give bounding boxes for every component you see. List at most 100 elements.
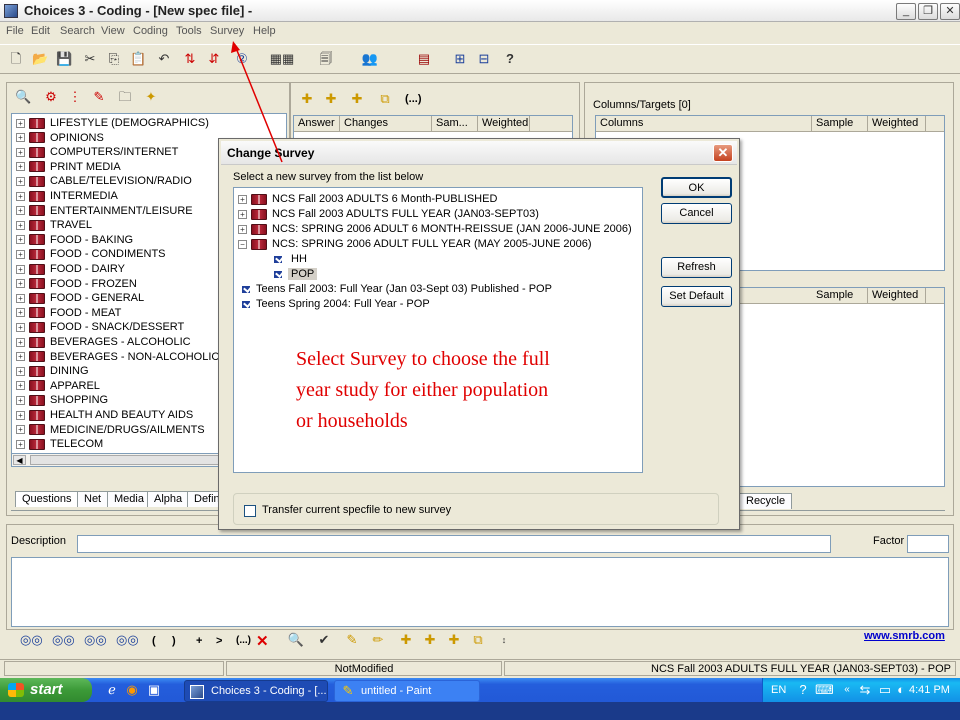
- category-item[interactable]: + FOOD - FROZEN: [16, 277, 137, 292]
- category-item[interactable]: + MEDICINE/DRUGS/AILMENTS: [16, 423, 205, 438]
- survey-sub-item-pop[interactable]: POP: [274, 267, 318, 282]
- category-item[interactable]: + FOOD - MEAT: [16, 306, 121, 321]
- new-file-icon[interactable]: 🗋: [8, 51, 24, 67]
- volume-icon[interactable]: ◐: [893, 682, 909, 698]
- survey-item[interactable]: + NCS Fall 2003 ADULTS 6 Month-PUBLISHED: [238, 192, 497, 207]
- and-venn-icon[interactable]: ◎◎: [20, 632, 43, 648]
- ie-icon[interactable]: ℯ: [104, 682, 120, 698]
- category-item[interactable]: + TELECOM: [16, 437, 103, 452]
- add-term-icon[interactable]: ✚: [398, 632, 414, 648]
- add-answer-icon[interactable]: ✚: [299, 91, 315, 107]
- category-item[interactable]: + APPAREL: [16, 379, 100, 394]
- expand-icon[interactable]: +: [16, 279, 25, 289]
- expand-icon[interactable]: +: [238, 224, 247, 234]
- grid-icon[interactable]: ▦▦: [264, 51, 300, 67]
- minimize-button[interactable]: _: [896, 3, 916, 20]
- col-answer[interactable]: Answer: [294, 116, 340, 132]
- help-tray-icon[interactable]: ?: [795, 682, 811, 698]
- save-icon[interactable]: 💾: [56, 51, 72, 67]
- scroll-left-icon[interactable]: ◀: [13, 455, 26, 465]
- expand-icon[interactable]: +: [16, 425, 25, 435]
- start-button[interactable]: start: [0, 678, 92, 702]
- expand-icon[interactable]: +: [16, 118, 25, 128]
- refresh-button[interactable]: Refresh: [661, 257, 732, 278]
- expand-icon[interactable]: +: [238, 209, 247, 219]
- transfer-checkbox[interactable]: [244, 505, 256, 517]
- clear-x-icon[interactable]: ✕: [256, 632, 269, 650]
- description-input[interactable]: [77, 535, 831, 553]
- tree-icon[interactable]: ⋮: [67, 89, 83, 105]
- paren-close-button[interactable]: ): [172, 635, 176, 647]
- col-rows-sample[interactable]: Sample: [812, 288, 868, 304]
- tab-recycle[interactable]: Recycle: [739, 493, 793, 509]
- tab-media[interactable]: Media: [107, 491, 151, 507]
- menu-coding[interactable]: Coding: [133, 25, 168, 37]
- highlighter-icon[interactable]: ✎: [344, 632, 360, 648]
- not-venn-icon[interactable]: ◎◎: [116, 632, 139, 648]
- col-changes[interactable]: Changes: [340, 116, 432, 132]
- expand-icon[interactable]: +: [16, 366, 25, 376]
- tab-alpha[interactable]: Alpha: [147, 491, 190, 507]
- category-item[interactable]: + FOOD - DAIRY: [16, 262, 125, 277]
- keyboard-icon[interactable]: ⌨: [815, 682, 834, 698]
- layout-icon[interactable]: ⊞: [452, 51, 468, 67]
- category-item[interactable]: + FOOD - BAKING: [16, 233, 133, 248]
- category-item[interactable]: + SHOPPING: [16, 393, 108, 408]
- app-shortcut-icon[interactable]: ▣: [146, 682, 162, 698]
- expand-icon[interactable]: +: [16, 220, 25, 230]
- menu-view[interactable]: View: [101, 25, 125, 37]
- copy-answer-icon[interactable]: ⧉: [377, 91, 393, 107]
- tray-collapse-icon[interactable]: «: [839, 682, 855, 698]
- survey-item[interactable]: − NCS: SPRING 2006 ADULT FULL YEAR (MAY 2…: [238, 237, 592, 252]
- undo-icon[interactable]: ↶: [156, 51, 172, 67]
- document-icon[interactable]: ✎: [91, 89, 107, 105]
- binoculars-icon[interactable]: 🔍: [15, 89, 31, 105]
- network-icon[interactable]: ⇆: [857, 682, 873, 698]
- expand-icon[interactable]: +: [16, 439, 25, 449]
- category-item[interactable]: + LIFESTYLE (DEMOGRAPHICS): [16, 116, 209, 131]
- check-icon[interactable]: ✔: [316, 632, 332, 648]
- expand-icon[interactable]: +: [16, 381, 25, 391]
- remove-spec-icon[interactable]: ⇵: [206, 51, 222, 67]
- category-item[interactable]: + BEVERAGES - NON-ALCOHOLIC: [16, 350, 219, 365]
- col-columns-sample[interactable]: Sample: [812, 116, 868, 132]
- category-item[interactable]: + INTERMEDIA: [16, 189, 118, 204]
- teen-survey-item[interactable]: Teens Spring 2004: Full Year - POP: [242, 297, 430, 312]
- sort-icon[interactable]: ↕: [496, 632, 512, 648]
- menu-edit[interactable]: Edit: [31, 25, 50, 37]
- add-answer-edit-icon[interactable]: ✚: [349, 91, 365, 107]
- menu-survey[interactable]: Survey: [210, 25, 244, 37]
- collapse-icon[interactable]: −: [238, 239, 247, 249]
- tab-net[interactable]: Net: [77, 491, 109, 507]
- col-columns-weighted[interactable]: Weighted: [868, 116, 926, 132]
- close-button[interactable]: ✕: [940, 3, 960, 20]
- expand-icon[interactable]: +: [16, 206, 25, 216]
- category-item[interactable]: + BEVERAGES - ALCOHOLIC: [16, 335, 191, 350]
- people-icon[interactable]: 👥: [350, 51, 390, 67]
- expand-icon[interactable]: +: [16, 147, 25, 157]
- expand-icon[interactable]: +: [16, 322, 25, 332]
- category-item[interactable]: + HEALTH AND BEAUTY AIDS: [16, 408, 193, 423]
- layout-alt-icon[interactable]: ⊟: [476, 51, 492, 67]
- expand-icon[interactable]: +: [238, 194, 247, 204]
- category-item[interactable]: + FOOD - GENERAL: [16, 291, 144, 306]
- teen-survey-item[interactable]: Teens Fall 2003: Full Year (Jan 03-Sept …: [242, 282, 552, 297]
- expression-icon[interactable]: (...): [405, 93, 422, 105]
- add-term-alt-icon[interactable]: ✚: [422, 632, 438, 648]
- binoculars-search-icon[interactable]: 🔍: [286, 632, 306, 648]
- restore-button[interactable]: ❐: [918, 3, 938, 20]
- menu-search[interactable]: Search: [60, 25, 95, 37]
- or-venn-icon[interactable]: ◎◎: [52, 632, 75, 648]
- col-weighted[interactable]: Weighted: [478, 116, 530, 132]
- survey-sub-item-hh[interactable]: HH: [274, 252, 310, 267]
- smrb-link[interactable]: www.smrb.com: [864, 630, 945, 642]
- menu-tools[interactable]: Tools: [176, 25, 202, 37]
- category-item[interactable]: + COMPUTERS/INTERNET: [16, 145, 178, 160]
- dialog-close-button[interactable]: ✕: [713, 144, 733, 162]
- filter-icon[interactable]: ⚙: [43, 89, 59, 105]
- firefox-icon[interactable]: ◉: [124, 682, 140, 698]
- preview-icon[interactable]: 🗐: [318, 51, 334, 67]
- add-term-edit-icon[interactable]: ✚: [446, 632, 462, 648]
- survey-info-icon[interactable]: ②: [234, 51, 250, 67]
- expand-icon[interactable]: +: [16, 249, 25, 259]
